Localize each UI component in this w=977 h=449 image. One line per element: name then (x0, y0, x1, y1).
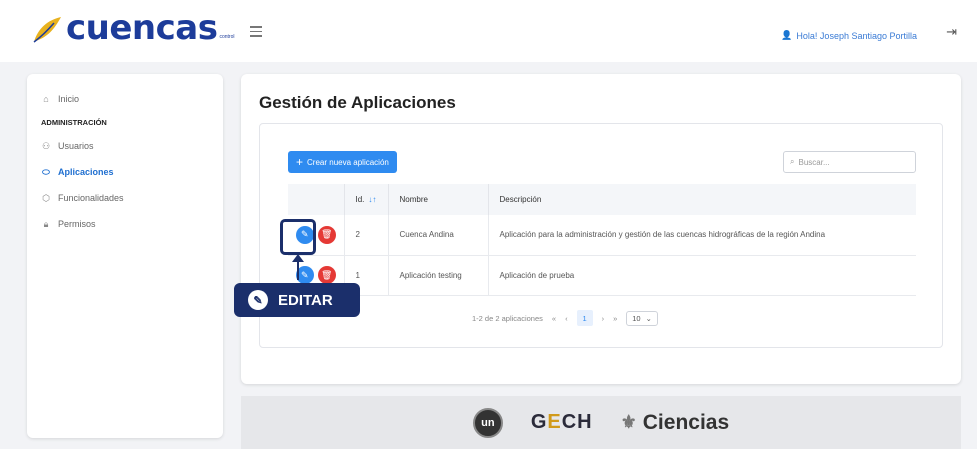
prev-page-button[interactable]: ‹ (565, 314, 568, 323)
search-icon: ⌕ (790, 157, 795, 166)
sidebar-item-label: Usuarios (58, 141, 94, 151)
sidebar-item-label: Inicio (58, 94, 80, 104)
footer: un GECH ⚜ Ciencias (241, 396, 961, 449)
sidebar-item-aplicaciones[interactable]: ⬭ Aplicaciones (27, 165, 223, 179)
applications-table: Id. ↓↑ Nombre Descripción ✎ 🗑︎ 2 Cuenca A… (288, 184, 916, 296)
ciencias-logo: ⚜ Ciencias (621, 411, 730, 435)
pagination: 1-2 de 2 aplicaciones « ‹ 1 › » 10 ⌄ (472, 310, 658, 326)
col-id[interactable]: Id. ↓↑ (344, 184, 389, 215)
sidebar-item-funcionalidades[interactable]: ⬡ Funcionalidades (27, 191, 223, 205)
users-icon: ⚇ (41, 140, 51, 151)
home-icon: ⌂ (43, 94, 49, 104)
page-size-value: 10 (632, 313, 641, 323)
search-input[interactable]: ⌕ Buscar... (783, 151, 916, 173)
last-page-button[interactable]: » (613, 314, 617, 323)
sort-icon[interactable]: ↓↑ (368, 195, 376, 204)
cube-icon: ⬡ (42, 192, 50, 203)
ciencias-emblem-icon: ⚜ (620, 412, 637, 432)
cell-name: Cuenca Andina (388, 215, 489, 256)
editar-callout: ✎ EDITAR (234, 283, 360, 317)
apps-icon: ⬭ (42, 166, 50, 177)
next-page-button[interactable]: › (602, 314, 605, 323)
sidebar: ⌂ Inicio ADMINISTRACIÓN ⚇ Usuarios ⬭ Apl… (27, 74, 223, 438)
gech-logo: GECH (530, 411, 593, 433)
col-actions (288, 184, 345, 215)
editar-label: EDITAR (278, 291, 333, 309)
cell-id: 2 (344, 215, 389, 256)
plus-icon: + (296, 155, 304, 169)
page-size-select[interactable]: 10 ⌄ (626, 310, 658, 326)
leaf-logo-icon (33, 17, 61, 43)
col-description: Descripción (488, 184, 916, 215)
first-page-button[interactable]: « (552, 314, 556, 323)
user-greeting[interactable]: 👤 Hola! Joseph Santiago Portilla (781, 30, 917, 41)
sidebar-item-usuarios[interactable]: ⚇ Usuarios (27, 139, 223, 153)
current-page-button[interactable]: 1 (576, 310, 593, 326)
delete-button[interactable]: 🗑︎ (317, 266, 336, 284)
user-icon: 👤 (781, 30, 793, 40)
delete-button[interactable]: 🗑︎ (317, 225, 336, 244)
lock-icon: 🔒︎ (43, 218, 49, 229)
new-application-button[interactable]: + Crear nueva aplicación (288, 151, 397, 173)
pencil-icon: ✎ (248, 290, 268, 310)
logo-subtext: control (219, 34, 235, 40)
applications-card: + Crear nueva aplicación ⌕ Buscar... Id.… (259, 123, 943, 348)
edit-highlight-box (280, 219, 316, 255)
table-header-row: Id. ↓↑ Nombre Descripción (288, 184, 916, 215)
arrow-line (297, 258, 299, 280)
sidebar-item-label: Permisos (58, 219, 96, 229)
main-panel: Gestión de Aplicaciones + Crear nueva ap… (241, 74, 961, 384)
sidebar-item-label: Funcionalidades (58, 193, 124, 203)
table-row: ✎ 🗑︎ 2 Cuenca Andina Aplicación para la … (288, 215, 916, 256)
page-title: Gestión de Aplicaciones (259, 93, 456, 112)
un-logo: un (472, 407, 503, 438)
app-logo[interactable]: cuencas control (32, 8, 235, 48)
cell-description: Aplicación de prueba (488, 255, 916, 296)
sidebar-item-label: Aplicaciones (58, 167, 114, 177)
greeting-text: Hola! Joseph Santiago Portilla (796, 30, 917, 41)
pagination-summary: 1-2 de 2 aplicaciones (472, 313, 543, 323)
col-name: Nombre (388, 184, 489, 215)
top-header: cuencas control 👤 Hola! Joseph Santiago … (0, 0, 977, 62)
menu-toggle-icon[interactable] (250, 26, 262, 37)
trash-icon: 🗑︎ (321, 269, 333, 280)
sidebar-heading: ADMINISTRACIÓN (41, 118, 107, 127)
search-placeholder: Buscar... (798, 157, 830, 167)
trash-icon: 🗑︎ (321, 229, 333, 240)
pencil-icon: ✎ (300, 269, 309, 280)
chevron-down-icon: ⌄ (645, 313, 652, 323)
cell-name: Aplicación testing (388, 255, 489, 296)
ciencias-text: Ciencias (642, 410, 730, 434)
sidebar-item-permisos[interactable]: 🔒︎ Permisos (27, 217, 223, 231)
logo-text: cuencas (66, 8, 218, 48)
cell-description: Aplicación para la administración y gest… (488, 215, 916, 256)
logout-icon[interactable]: ⇥ (946, 24, 957, 40)
new-application-label: Crear nueva aplicación (307, 157, 389, 167)
table-row: ✎ 🗑︎ 1 Aplicación testing Aplicación de … (288, 255, 916, 296)
sidebar-item-inicio[interactable]: ⌂ Inicio (27, 92, 223, 106)
